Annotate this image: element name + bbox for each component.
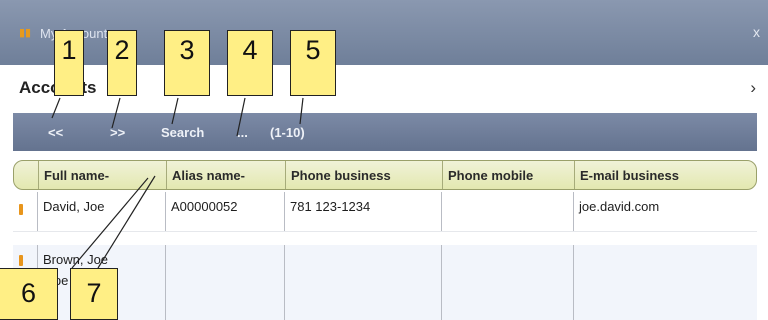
leader-line-2 [111, 97, 121, 129]
leader-line-1 [51, 97, 61, 119]
callout-6: 6 [0, 268, 58, 320]
leader-line-6 [71, 177, 149, 269]
callout-7: 7 [70, 268, 118, 320]
callout-5: 5 [290, 30, 336, 96]
callout-4: 4 [227, 30, 273, 96]
leader-line-7 [97, 175, 156, 269]
callout-1: 1 [54, 30, 84, 96]
leader-line-3 [171, 97, 179, 125]
leader-line-5 [299, 97, 304, 125]
callout-3: 3 [164, 30, 210, 96]
leader-line-4 [236, 97, 246, 137]
callout-2: 2 [107, 30, 137, 96]
